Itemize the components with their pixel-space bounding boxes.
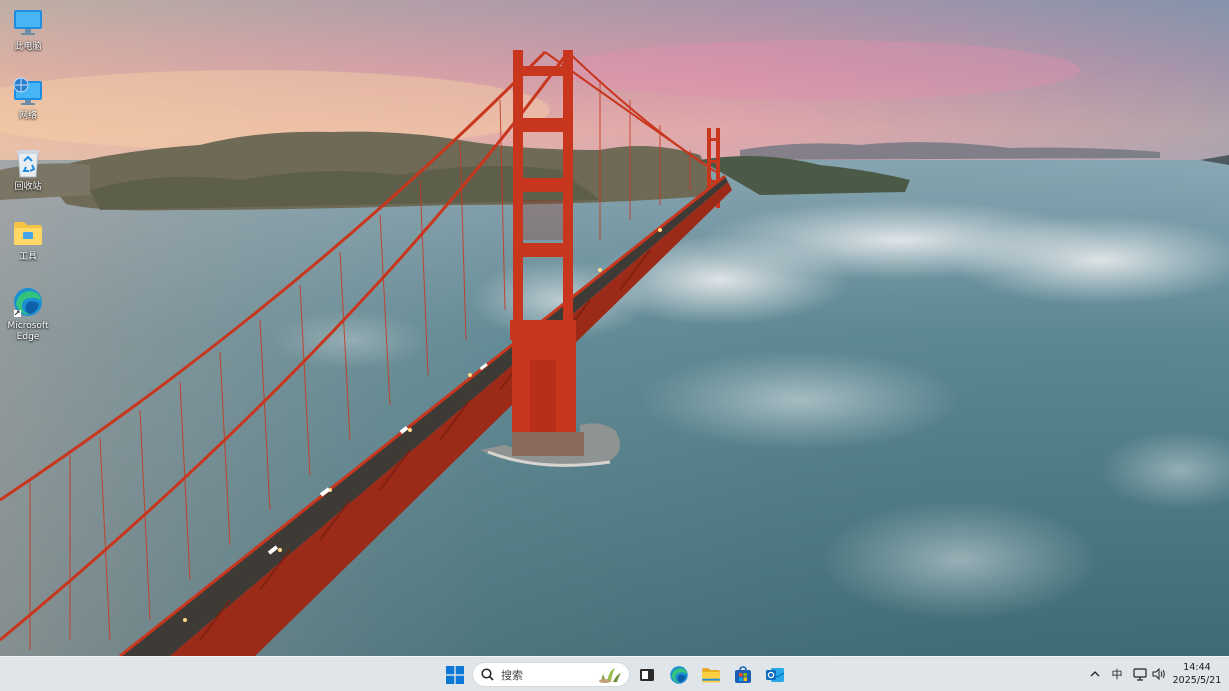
desktop-icon-label: 网络 [18,111,37,121]
desktop-icon-label: 回收站 [14,182,42,192]
show-hidden-icons-button[interactable] [1088,664,1102,684]
taskbar-search-box[interactable]: 搜索 [472,662,630,687]
clock-time: 14:44 [1183,662,1211,673]
edge-icon [11,285,45,319]
speaker-icon [1152,668,1165,680]
taskbar-edge-button[interactable] [667,663,691,687]
store-button[interactable] [731,663,755,687]
task-view-button[interactable] [635,663,659,687]
start-icon [446,666,464,684]
desktop-wallpaper [0,0,1229,691]
file-explorer-icon [702,668,720,683]
search-highlight-icon [597,666,623,684]
taskbar-clock[interactable]: 14:44 2025/5/21 [1170,661,1224,687]
store-icon [735,666,751,683]
chevron-up-icon [1090,671,1100,677]
file-explorer-button[interactable] [699,663,723,687]
task-view-icon [640,669,654,681]
network-icon [11,75,45,109]
desktop-icon-this-pc[interactable]: 此电脑 [4,6,52,53]
desktop-icon-label: 此电脑 [14,42,42,52]
desktop-icon-recycle-bin[interactable]: 回收站 [4,146,52,193]
start-button[interactable] [443,663,467,687]
desktop-icon-label: 工具 [18,252,37,262]
edge-icon [670,666,688,684]
recycle-bin-icon [11,146,45,180]
desktop-icon-network[interactable]: 网络 [4,75,52,122]
outlook-button[interactable] [763,663,787,687]
desktop-icon-tools[interactable]: 工具 [4,216,52,263]
search-icon [481,668,495,682]
desktop-icon-label: Microsoft Edge [7,321,49,342]
desktop-icon-edge[interactable]: Microsoft Edge [4,285,52,343]
network-status-button[interactable] [1132,664,1148,684]
folder-icon [11,216,45,250]
search-placeholder: 搜索 [501,668,523,682]
input-method-indicator[interactable]: 中 [1108,664,1126,684]
ethernet-icon [1133,667,1147,681]
outlook-icon [766,668,785,682]
volume-button[interactable] [1151,664,1167,684]
monitor-icon [11,6,45,40]
clock-date: 2025/5/21 [1172,675,1222,686]
taskbar: 搜索 中 14:44 2025/5/21 [0,656,1229,691]
